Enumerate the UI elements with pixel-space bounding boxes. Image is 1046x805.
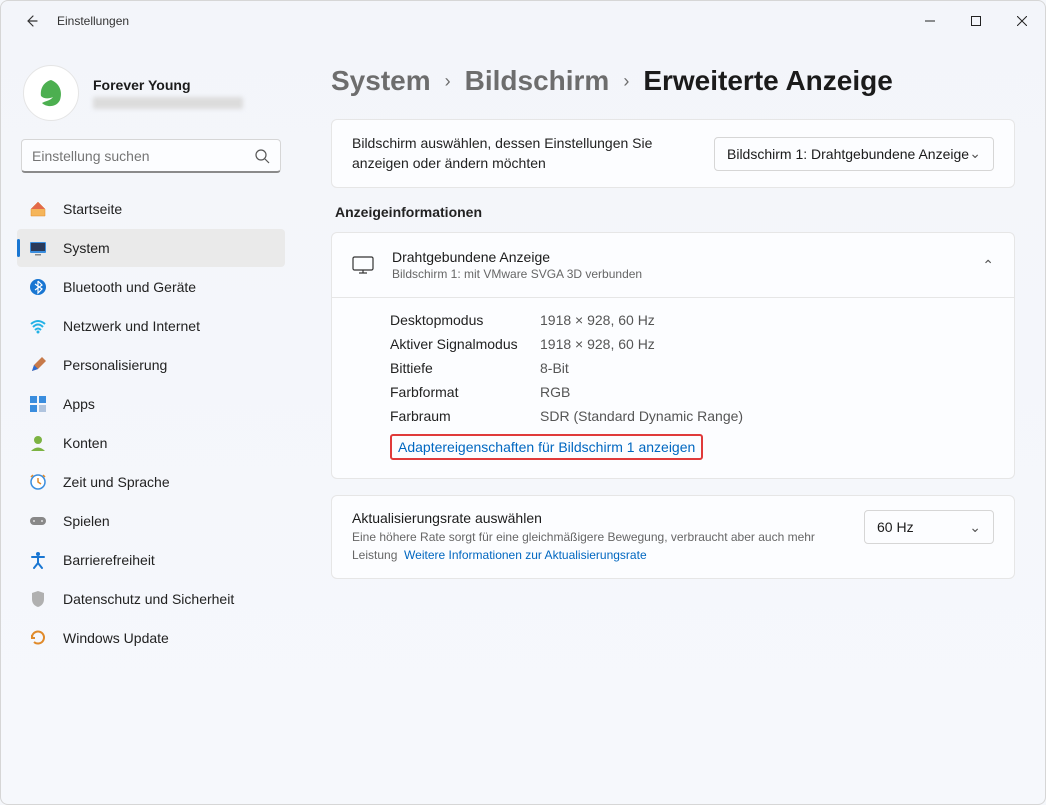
time-icon bbox=[29, 473, 47, 491]
system-icon bbox=[29, 239, 47, 257]
personalize-icon bbox=[29, 356, 47, 374]
sidebar-item-apps[interactable]: Apps bbox=[17, 385, 285, 423]
sidebar: Forever Young Startseite System bbox=[1, 41, 301, 804]
display-info-header[interactable]: Drahtgebundene Anzeige Bildschirm 1: mit… bbox=[332, 233, 1014, 298]
apps-icon bbox=[29, 395, 47, 413]
sidebar-item-label: Personalisierung bbox=[63, 357, 167, 373]
refresh-rate-dropdown[interactable]: 60 Hz ⌄ bbox=[864, 510, 994, 544]
sidebar-item-label: Bluetooth und Geräte bbox=[63, 279, 196, 295]
prop-value: RGB bbox=[540, 384, 570, 400]
breadcrumb: System › Bildschirm › Erweiterte Anzeige bbox=[331, 65, 1015, 97]
update-icon bbox=[29, 629, 47, 647]
dropdown-value: 60 Hz bbox=[877, 519, 914, 535]
arrow-left-icon bbox=[23, 13, 39, 29]
prop-key: Bittiefe bbox=[390, 360, 540, 376]
minimize-button[interactable] bbox=[907, 1, 953, 41]
sidebar-item-windows-update[interactable]: Windows Update bbox=[17, 619, 285, 657]
sidebar-item-label: Konten bbox=[63, 435, 107, 451]
gaming-icon bbox=[29, 512, 47, 530]
back-button[interactable] bbox=[13, 3, 49, 39]
maximize-icon bbox=[971, 16, 981, 26]
section-title: Anzeigeinformationen bbox=[335, 204, 1015, 220]
chevron-down-icon: ⌄ bbox=[969, 145, 981, 162]
prop-value: 1918 × 928, 60 Hz bbox=[540, 312, 655, 328]
sidebar-item-spielen[interactable]: Spielen bbox=[17, 502, 285, 540]
sidebar-item-label: System bbox=[63, 240, 110, 256]
sidebar-item-konten[interactable]: Konten bbox=[17, 424, 285, 462]
breadcrumb-bildschirm[interactable]: Bildschirm bbox=[465, 65, 610, 97]
monitor-icon bbox=[352, 256, 374, 274]
search-input-wrap[interactable] bbox=[21, 139, 281, 173]
sidebar-item-label: Apps bbox=[63, 396, 95, 412]
sidebar-item-bluetooth[interactable]: Bluetooth und Geräte bbox=[17, 268, 285, 306]
display-name: Drahtgebundene Anzeige bbox=[392, 249, 982, 265]
home-icon bbox=[29, 200, 47, 218]
sidebar-item-barrierefreiheit[interactable]: Barrierefreiheit bbox=[17, 541, 285, 579]
sidebar-item-personalisierung[interactable]: Personalisierung bbox=[17, 346, 285, 384]
prop-value: 1918 × 928, 60 Hz bbox=[540, 336, 655, 352]
sidebar-item-label: Windows Update bbox=[63, 630, 169, 646]
prop-row: Farbformat RGB bbox=[390, 380, 994, 404]
accessibility-icon bbox=[29, 551, 47, 569]
leaf-icon bbox=[35, 77, 67, 109]
chevron-down-icon: ⌄ bbox=[969, 519, 981, 536]
chevron-right-icon: › bbox=[445, 71, 451, 92]
close-icon bbox=[1017, 16, 1027, 26]
dropdown-value: Bildschirm 1: Drahtgebundene Anzeige bbox=[727, 146, 969, 162]
close-button[interactable] bbox=[999, 1, 1045, 41]
minimize-icon bbox=[925, 16, 935, 26]
prop-key: Farbformat bbox=[390, 384, 540, 400]
sidebar-item-netzwerk[interactable]: Netzwerk und Internet bbox=[17, 307, 285, 345]
sidebar-item-label: Netzwerk und Internet bbox=[63, 318, 200, 334]
sidebar-item-label: Spielen bbox=[63, 513, 110, 529]
sidebar-item-label: Startseite bbox=[63, 201, 122, 217]
page-title: Erweiterte Anzeige bbox=[643, 65, 892, 97]
privacy-icon bbox=[29, 590, 47, 608]
user-name: Forever Young bbox=[93, 77, 243, 93]
bluetooth-icon bbox=[29, 278, 47, 296]
refresh-rate-title: Aktualisierungsrate auswählen bbox=[352, 510, 844, 526]
adapter-properties-link[interactable]: Adaptereigenschaften für Bildschirm 1 an… bbox=[390, 434, 703, 460]
sidebar-item-datenschutz[interactable]: Datenschutz und Sicherheit bbox=[17, 580, 285, 618]
prop-row: Aktiver Signalmodus 1918 × 928, 60 Hz bbox=[390, 332, 994, 356]
select-display-text: Bildschirm auswählen, dessen Einstellung… bbox=[352, 134, 714, 173]
search-icon bbox=[254, 148, 270, 164]
breadcrumb-system[interactable]: System bbox=[331, 65, 431, 97]
sidebar-item-label: Zeit und Sprache bbox=[63, 474, 170, 490]
prop-key: Aktiver Signalmodus bbox=[390, 336, 540, 352]
avatar bbox=[23, 65, 79, 121]
prop-key: Farbraum bbox=[390, 408, 540, 424]
prop-value: SDR (Standard Dynamic Range) bbox=[540, 408, 743, 424]
maximize-button[interactable] bbox=[953, 1, 999, 41]
display-connection: Bildschirm 1: mit VMware SVGA 3D verbund… bbox=[392, 267, 982, 281]
sidebar-item-label: Datenschutz und Sicherheit bbox=[63, 591, 234, 607]
sidebar-item-label: Barrierefreiheit bbox=[63, 552, 155, 568]
sidebar-item-zeit[interactable]: Zeit und Sprache bbox=[17, 463, 285, 501]
prop-row: Bittiefe 8-Bit bbox=[390, 356, 994, 380]
prop-row: Desktopmodus 1918 × 928, 60 Hz bbox=[390, 308, 994, 332]
user-account-row[interactable]: Forever Young bbox=[5, 49, 297, 133]
chevron-right-icon: › bbox=[623, 71, 629, 92]
network-icon bbox=[29, 317, 47, 335]
refresh-rate-learn-more-link[interactable]: Weitere Informationen zur Aktualisierung… bbox=[404, 548, 647, 562]
display-select-dropdown[interactable]: Bildschirm 1: Drahtgebundene Anzeige ⌄ bbox=[714, 137, 994, 171]
chevron-up-icon: ⌃ bbox=[982, 257, 994, 274]
search-input[interactable] bbox=[32, 148, 254, 164]
prop-value: 8-Bit bbox=[540, 360, 569, 376]
prop-key: Desktopmodus bbox=[390, 312, 540, 328]
window-title: Einstellungen bbox=[57, 14, 129, 28]
user-email-redacted bbox=[93, 97, 243, 109]
accounts-icon bbox=[29, 434, 47, 452]
sidebar-item-system[interactable]: System bbox=[17, 229, 285, 267]
sidebar-item-startseite[interactable]: Startseite bbox=[17, 190, 285, 228]
prop-row: Farbraum SDR (Standard Dynamic Range) bbox=[390, 404, 994, 428]
